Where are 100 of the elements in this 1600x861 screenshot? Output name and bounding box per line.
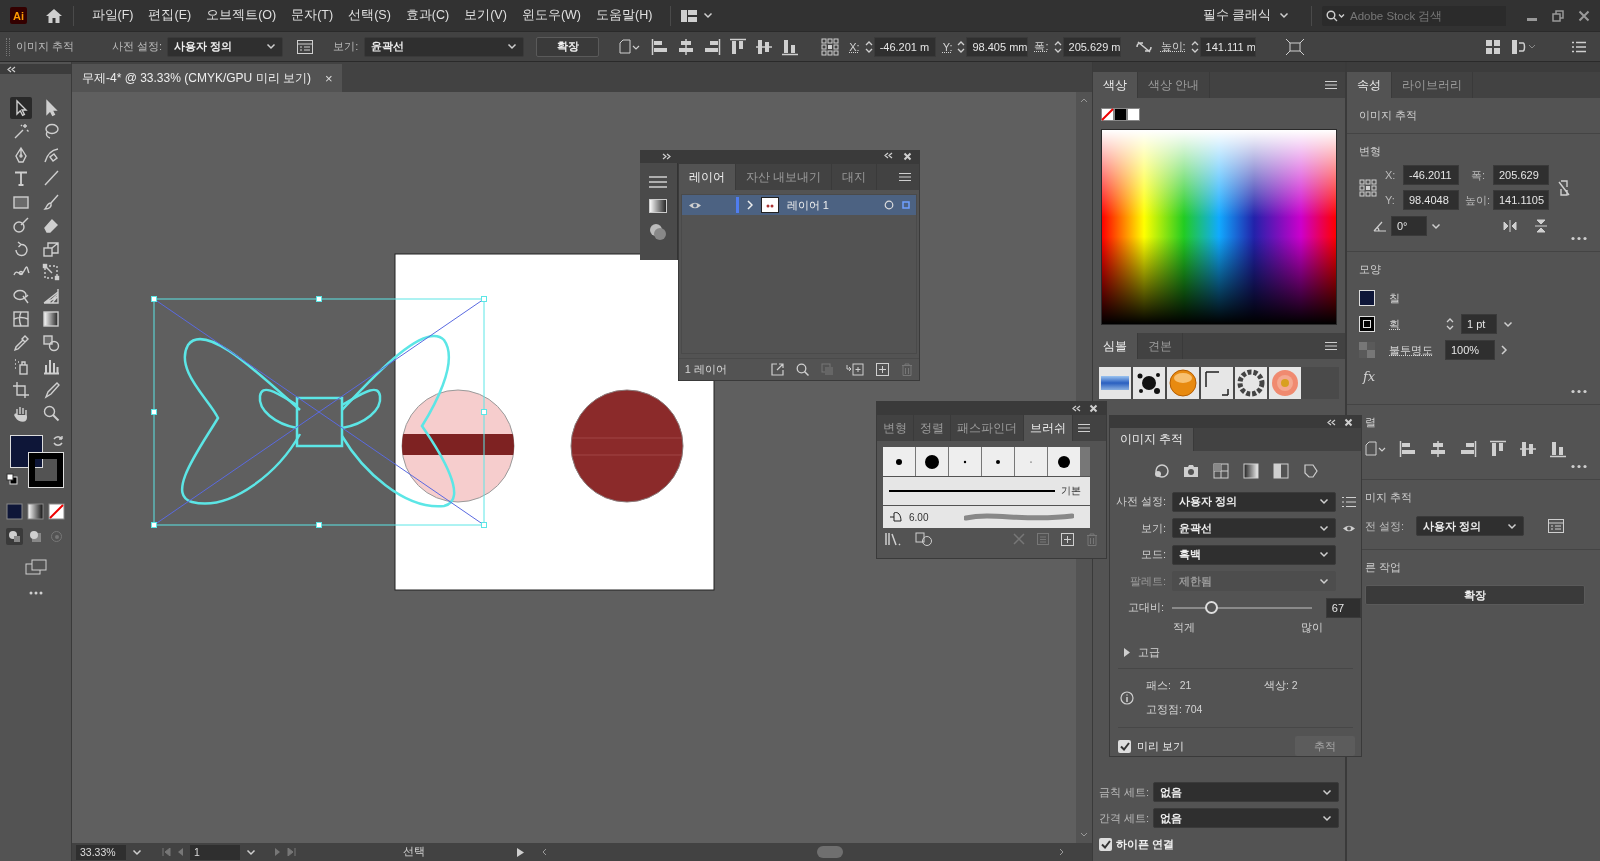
play-icon[interactable] <box>517 847 524 857</box>
corner-marks-icon[interactable] <box>1201 367 1233 399</box>
reference-point-icon[interactable] <box>1359 178 1377 197</box>
ink-splatter-icon[interactable] <box>1133 367 1165 399</box>
panel-tab[interactable]: 색상 <box>1093 72 1138 98</box>
collapse-icon[interactable] <box>6 65 16 73</box>
panel-tab[interactable]: 레이어 <box>678 164 736 190</box>
width-field[interactable]: 205.629 <box>1493 165 1549 185</box>
threshold-field[interactable]: 67 <box>1325 597 1361 618</box>
y-field[interactable]: 98.4048 <box>1403 190 1459 210</box>
brush-swatch[interactable] <box>1015 447 1047 476</box>
auto-color-icon[interactable] <box>1152 462 1169 479</box>
restore-icon[interactable] <box>1552 9 1564 22</box>
disclosure-right-icon[interactable] <box>1124 648 1130 658</box>
align-bottom-icon[interactable] <box>1549 440 1567 458</box>
brush-row[interactable]: 기본 <box>883 477 1090 505</box>
height-field[interactable]: 141.111 m <box>1199 36 1256 57</box>
checkbox[interactable] <box>1118 739 1131 753</box>
scroll-left-icon[interactable] <box>542 848 547 856</box>
brush-swatch[interactable] <box>916 447 948 476</box>
appearance-icon[interactable] <box>649 223 668 241</box>
align-bottom-icon[interactable] <box>781 37 800 56</box>
collapse-icon[interactable] <box>883 152 893 159</box>
width-field[interactable]: 205.629 m <box>1062 36 1121 57</box>
close-icon[interactable] <box>903 152 912 161</box>
panel-tab[interactable]: 속성 <box>1347 72 1392 98</box>
checkbox[interactable] <box>1099 837 1112 851</box>
menu-item[interactable]: 윈도우(W) <box>514 7 589 24</box>
align-to-icon[interactable] <box>619 38 642 55</box>
align-left-icon[interactable] <box>1399 440 1417 458</box>
menu-icon[interactable] <box>1325 341 1337 351</box>
align-center-icon[interactable] <box>677 37 696 56</box>
isolate-icon[interactable] <box>1486 39 1500 54</box>
gradient-square-icon[interactable] <box>1242 462 1259 479</box>
more-icon[interactable] <box>1570 236 1588 241</box>
gradient-bar-icon[interactable] <box>1099 367 1131 399</box>
gradient-panel-icon[interactable] <box>649 199 668 213</box>
menu-item[interactable]: 선택(S) <box>340 7 399 24</box>
half-square-icon[interactable] <box>1272 462 1289 479</box>
align-top-icon[interactable] <box>729 37 748 56</box>
expand-button[interactable]: 확장 <box>1365 585 1585 605</box>
expand-panel-icon[interactable] <box>662 153 672 160</box>
brush-swatch[interactable] <box>949 447 981 476</box>
unlink-icon[interactable] <box>1134 40 1153 53</box>
stroke-label[interactable]: 획 <box>1389 316 1439 332</box>
brush-row[interactable]: 6.00 <box>883 506 1090 528</box>
menu-item[interactable]: 효과(C) <box>398 7 457 24</box>
gradient-swatch-icon[interactable] <box>27 503 44 520</box>
menu-item[interactable]: 오브젝트(O) <box>198 7 284 24</box>
eye-icon[interactable] <box>1342 523 1356 533</box>
panel-tab[interactable]: 라이브러리 <box>1392 72 1473 98</box>
x-field[interactable]: -46.2011 <box>1403 165 1459 185</box>
panel-tab[interactable]: 대지 <box>832 164 878 190</box>
align-left-icon[interactable] <box>651 37 670 56</box>
scroll-thumb[interactable] <box>817 846 843 858</box>
search-icon[interactable] <box>796 363 809 376</box>
close-icon[interactable] <box>1089 404 1098 413</box>
angle-field[interactable]: 0° <box>1391 216 1427 236</box>
library-icon[interactable] <box>885 532 903 546</box>
menu-item[interactable]: 파일(F) <box>84 7 141 24</box>
chevron-down-icon[interactable] <box>132 848 142 856</box>
mojikumi-dropdown[interactable]: 없음 <box>1153 808 1339 828</box>
align-middle-icon[interactable] <box>1519 440 1537 458</box>
view-dropdown[interactable]: 윤곽선 <box>364 36 525 57</box>
document-tab[interactable]: 무제-4* @ 33.33% (CMYK/GPU 미리 보기) × <box>72 64 343 92</box>
opacity-label[interactable]: 불투명도 <box>1389 342 1439 358</box>
scroll-up-icon[interactable] <box>1080 98 1088 103</box>
grid-icon[interactable] <box>1212 462 1229 479</box>
more-icon[interactable] <box>28 591 43 595</box>
flip-vertical-icon[interactable] <box>1535 219 1547 233</box>
align-to-icon[interactable] <box>1365 441 1387 457</box>
panel-tab[interactable]: 변형 <box>877 415 914 441</box>
opacity-field[interactable]: 100% <box>1445 340 1495 360</box>
panel-tab[interactable]: 심볼 <box>1093 333 1138 359</box>
stepper-icon[interactable] <box>1445 316 1455 332</box>
y-field[interactable]: 98.405 mm <box>966 36 1029 57</box>
expand-button[interactable]: 확장 <box>536 36 600 57</box>
effects-button[interactable]: fx <box>1363 368 1376 384</box>
align-middle-icon[interactable] <box>755 37 774 56</box>
view-dropdown[interactable]: 윤곽선 <box>1172 518 1336 539</box>
chevron-down-icon[interactable] <box>246 848 256 856</box>
panel-tab[interactable]: 브러쉬 <box>1024 415 1073 441</box>
panel-tab[interactable]: 자산 내보내기 <box>735 164 833 190</box>
draw-behind-icon[interactable] <box>27 528 44 545</box>
panel-tab[interactable]: 견본 <box>1138 333 1183 359</box>
color-spectrum[interactable] <box>1101 129 1337 325</box>
brush-swatch[interactable] <box>982 447 1014 476</box>
align-right-icon[interactable] <box>1459 440 1477 458</box>
new-brush-icon[interactable] <box>1061 532 1074 546</box>
none-swatch-icon[interactable] <box>48 503 65 520</box>
layer-row[interactable]: 레이어 1 <box>681 195 916 215</box>
menu-icon[interactable] <box>1078 423 1090 433</box>
menu-item[interactable]: 보기(V) <box>456 7 515 24</box>
brush-swatch[interactable] <box>1048 447 1080 476</box>
flip-horizontal-icon[interactable] <box>1503 220 1517 232</box>
align-center-icon[interactable] <box>1429 440 1447 458</box>
new-layer-icon[interactable] <box>876 363 889 376</box>
panel-tab[interactable]: 색상 안내 <box>1138 72 1211 98</box>
close-icon[interactable] <box>1344 417 1353 427</box>
color-swatch-icon[interactable] <box>1114 108 1127 121</box>
